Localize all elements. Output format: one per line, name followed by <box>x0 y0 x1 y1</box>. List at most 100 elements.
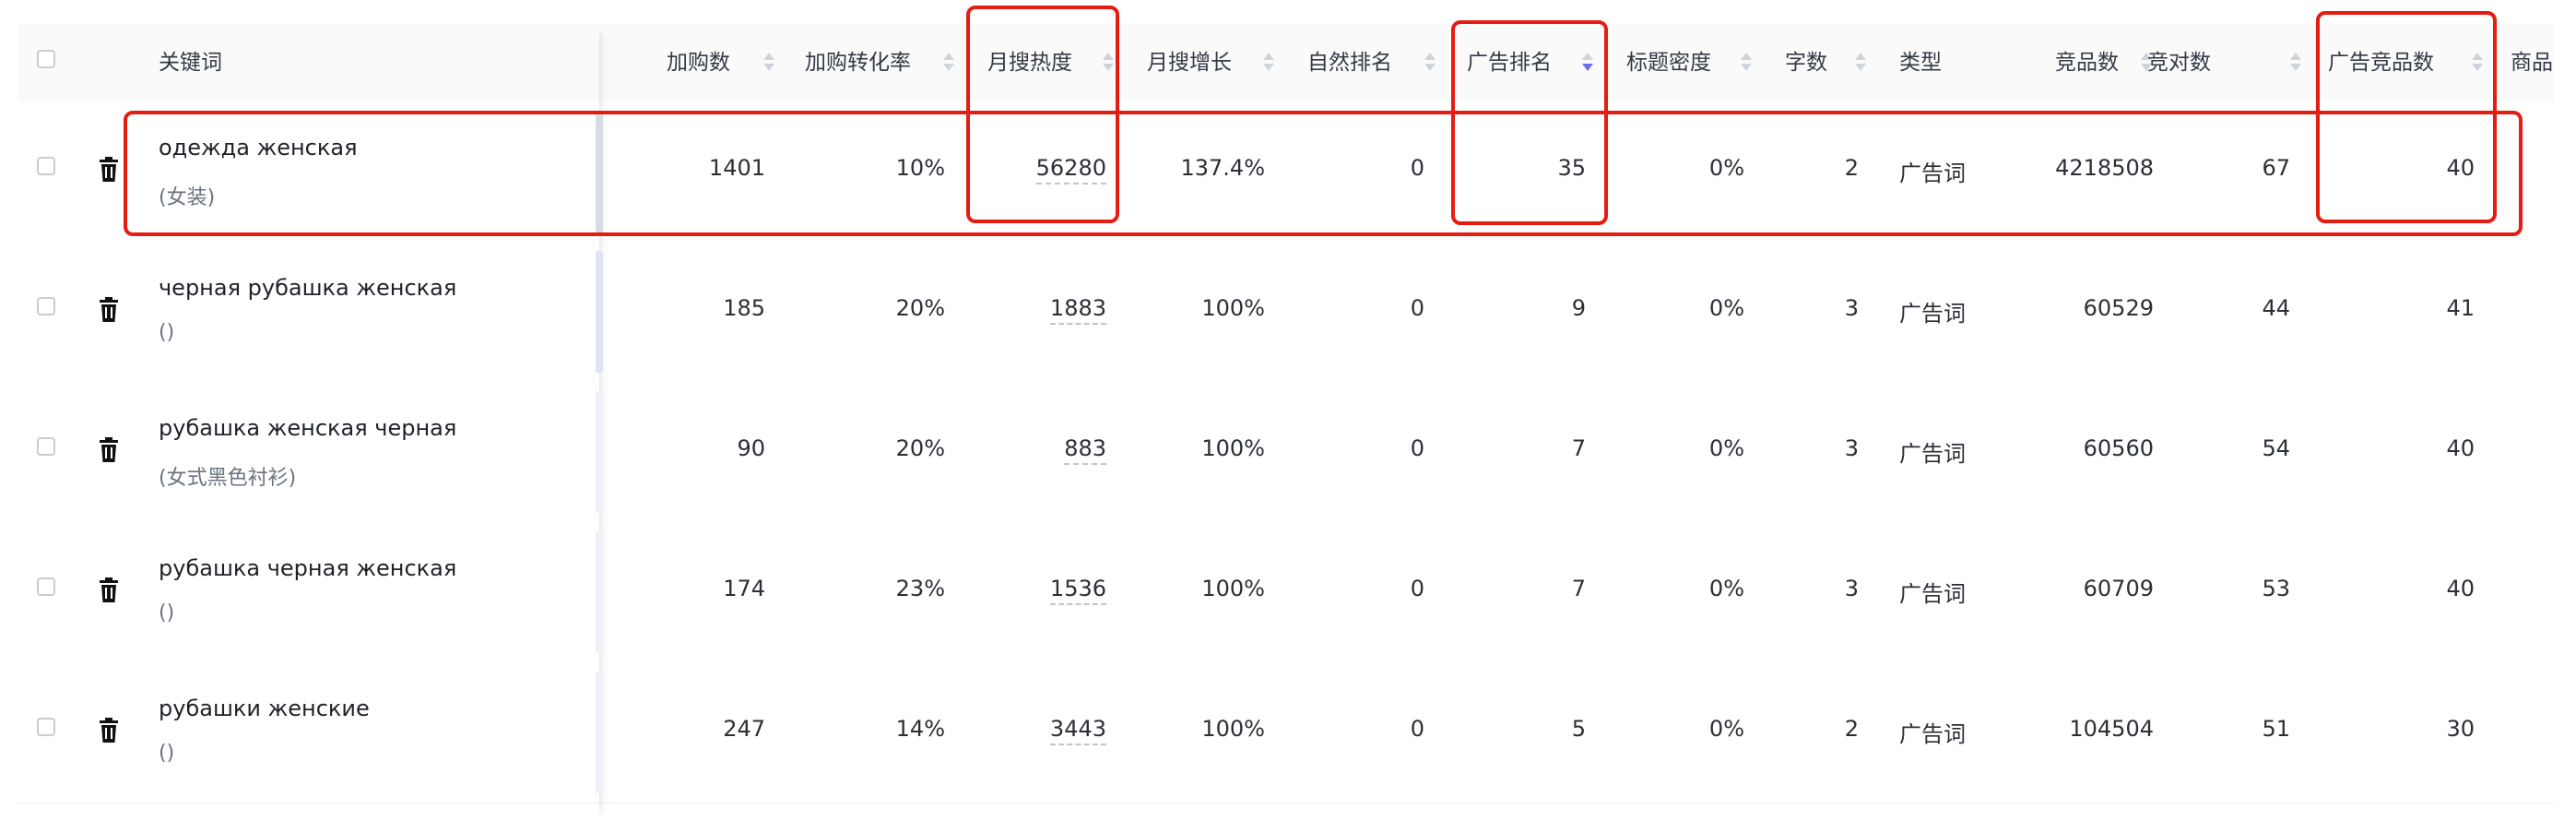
cell-competitors: 60560 <box>2083 435 2154 461</box>
th-label: 加购数 <box>667 51 730 75</box>
sort-caret-icon[interactable] <box>1263 53 1274 73</box>
cell-monthly-search-heat[interactable]: 56280 <box>987 155 1106 184</box>
cell-competitors: 104504 <box>2069 716 2154 742</box>
cell-competitive-count: 67 <box>2262 155 2290 181</box>
cell-monthly-search-heat[interactable]: 883 <box>987 435 1106 465</box>
sort-caret-icon[interactable] <box>943 53 954 73</box>
cell-ad-rank: 5 <box>1571 716 1586 742</box>
cell-ad-rank: 7 <box>1571 435 1586 461</box>
th-label: 广告排名 <box>1467 51 1552 75</box>
th-add-to-cart[interactable]: 加购数 <box>667 24 730 101</box>
heat-value[interactable]: 1536 <box>1049 576 1106 605</box>
fixed-left-panel: 关键词 одежда женская (女装) черная рубашка ж… <box>18 24 603 821</box>
th-natural-rank[interactable]: 自然排名 <box>1307 24 1392 101</box>
fixed-header: 关键词 <box>18 24 599 102</box>
cell-monthly-search-growth: 100% <box>1201 435 1265 461</box>
list-item: черная рубашка женская () <box>18 242 603 383</box>
cell-ad-competitors: 40 <box>2446 576 2475 601</box>
th-label: 广告竞品数 <box>2328 51 2434 75</box>
cell-title-density: 0% <box>1708 716 1744 742</box>
cell-add-to-cart: 185 <box>723 295 765 321</box>
th-label: 自然排名 <box>1307 51 1392 75</box>
trash-icon[interactable] <box>98 297 120 323</box>
cell-word-count: 3 <box>1844 576 1859 601</box>
heat-value[interactable]: 1883 <box>1049 295 1106 325</box>
cell-competitors: 4218508 <box>2055 155 2154 181</box>
cell-monthly-search-heat[interactable]: 1536 <box>987 576 1106 605</box>
cell-add-to-cart: 90 <box>737 435 765 461</box>
cell-type: 广告词 <box>1899 721 1966 747</box>
cell-monthly-search-heat[interactable]: 1883 <box>987 295 1106 325</box>
row-thumbnail-edge <box>596 251 603 373</box>
list-item: рубашка женская черная (女式黑色衬衫) <box>18 382 603 523</box>
sort-caret-icon[interactable] <box>1103 53 1114 73</box>
cell-natural-rank: 0 <box>1410 576 1424 601</box>
cell-monthly-search-growth: 137.4% <box>1180 155 1265 181</box>
cell-word-count: 2 <box>1844 155 1859 181</box>
th-ad-rank[interactable]: 广告排名 <box>1467 24 1552 101</box>
th-monthly-search-growth[interactable]: 月搜增长 <box>1147 24 1232 101</box>
row-thumbnail-edge <box>596 531 603 653</box>
th-competitive-count[interactable]: 竞对数 <box>2147 24 2211 101</box>
cell-title-density: 0% <box>1708 295 1744 321</box>
th-ad-competitors[interactable]: 广告竞品数 <box>2328 24 2434 101</box>
cell-add-to-cart-rate: 23% <box>895 576 945 601</box>
cell-title-density: 0% <box>1708 576 1744 601</box>
cell-add-to-cart: 1401 <box>708 155 765 181</box>
th-label: 竞对数 <box>2147 51 2211 75</box>
cell-title-density: 0% <box>1708 435 1744 461</box>
th-type: 类型 <box>1899 24 1942 101</box>
trash-icon[interactable] <box>98 157 120 183</box>
row-checkbox[interactable] <box>37 157 55 175</box>
list-item: одежда женская (女装) <box>18 101 603 243</box>
cell-natural-rank: 0 <box>1410 716 1424 742</box>
cell-add-to-cart-rate: 14% <box>895 716 945 742</box>
cell-title-density: 0% <box>1708 155 1744 181</box>
cell-natural-rank: 0 <box>1410 295 1424 321</box>
select-all-checkbox[interactable] <box>37 50 55 68</box>
cell-type: 广告词 <box>1899 161 1966 186</box>
th-competitors[interactable]: 竞品数 <box>2055 24 2119 101</box>
cell-type: 广告词 <box>1899 301 1966 327</box>
th-word-count[interactable]: 字数 <box>1785 24 1827 101</box>
th-monthly-search-heat[interactable]: 月搜热度 <box>987 24 1072 101</box>
cell-monthly-search-growth: 100% <box>1201 716 1265 742</box>
heat-value[interactable]: 3443 <box>1049 716 1106 745</box>
sort-caret-icon[interactable] <box>1741 53 1752 73</box>
cell-natural-rank: 0 <box>1410 435 1424 461</box>
keyword-text: рубашка женская черная <box>159 415 457 441</box>
cell-word-count: 2 <box>1844 716 1859 742</box>
sort-caret-icon-active[interactable] <box>1582 53 1593 73</box>
cell-natural-rank: 0 <box>1410 155 1424 181</box>
cell-add-to-cart-rate: 20% <box>895 435 945 461</box>
th-label: 月搜热度 <box>987 51 1072 75</box>
sort-caret-icon[interactable] <box>2472 53 2483 73</box>
keyword-text: одежда женская <box>159 135 358 161</box>
sort-caret-icon[interactable] <box>1424 53 1436 73</box>
list-item: рубашки женские () <box>18 662 603 803</box>
list-item: рубашка черная женская () <box>18 522 603 663</box>
sort-caret-icon[interactable] <box>2290 53 2301 73</box>
row-checkbox[interactable] <box>37 297 55 315</box>
sort-caret-icon[interactable] <box>1855 53 1866 73</box>
keyword-translation: (女式黑色衬衫) <box>159 467 297 490</box>
cell-type: 广告词 <box>1899 441 1966 467</box>
th-add-to-cart-rate[interactable]: 加购转化率 <box>805 24 911 101</box>
cell-word-count: 3 <box>1844 435 1859 461</box>
sort-caret-icon[interactable] <box>763 53 774 73</box>
row-thumbnail-edge <box>596 391 603 513</box>
row-checkbox[interactable] <box>37 577 55 596</box>
row-checkbox[interactable] <box>37 718 55 736</box>
heat-value[interactable]: 883 <box>1064 435 1106 465</box>
keyword-table: 加购数 加购转化率 月搜热度 月搜增长 自然排名 广告排名 标题密度 字数 类型… <box>0 0 2576 821</box>
trash-icon[interactable] <box>98 437 120 463</box>
cell-monthly-search-heat[interactable]: 3443 <box>987 716 1106 745</box>
cell-competitive-count: 51 <box>2262 716 2290 742</box>
row-checkbox[interactable] <box>37 437 55 456</box>
th-title-density[interactable]: 标题密度 <box>1626 24 1711 101</box>
trash-icon[interactable] <box>98 577 120 603</box>
heat-value[interactable]: 56280 <box>1035 155 1106 184</box>
trash-icon[interactable] <box>98 718 120 744</box>
th-label: 标题密度 <box>1626 51 1711 75</box>
cell-add-to-cart: 174 <box>723 576 765 601</box>
